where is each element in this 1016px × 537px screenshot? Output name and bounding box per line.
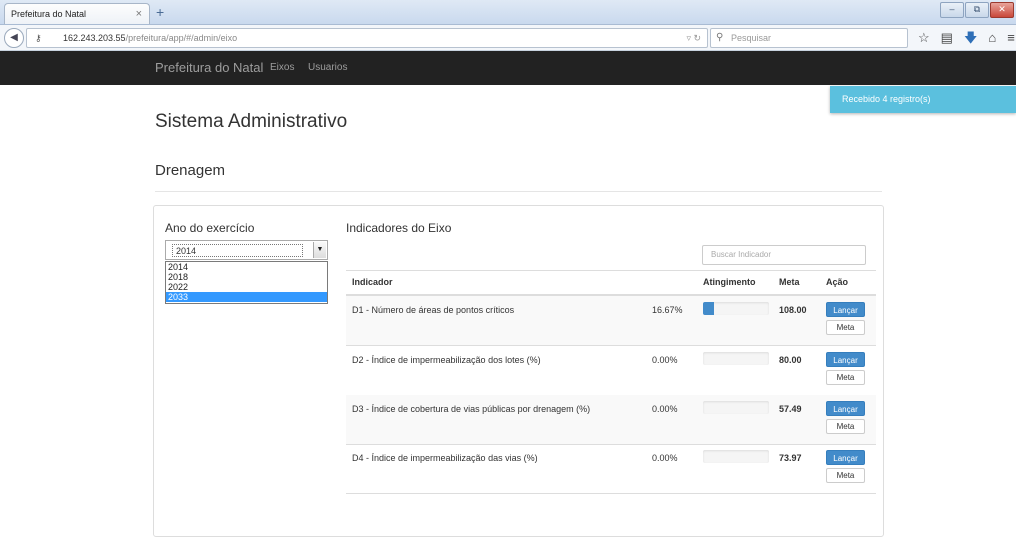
year-option-highlighted[interactable]: 2033 — [166, 292, 327, 302]
meta-button[interactable]: Meta — [826, 468, 865, 483]
tab-title: Prefeitura do Natal — [11, 9, 87, 19]
table-row: D4 - Índice de impermeabilização das via… — [346, 444, 876, 494]
lancar-button[interactable]: Lançar — [826, 352, 865, 367]
indicator-meta: 80.00 — [779, 355, 802, 365]
progress-bar — [703, 401, 769, 414]
browser-search-placeholder: Pesquisar — [731, 33, 772, 43]
indicator-percent: 16.67% — [652, 305, 683, 315]
key-icon: ⚷ — [35, 33, 42, 43]
meta-button[interactable]: Meta — [826, 320, 865, 335]
indicator-meta: 73.97 — [779, 453, 802, 463]
home-icon[interactable]: ⌂ — [988, 30, 996, 45]
app-navbar: Prefeitura do Natal Eixos Usuarios — [0, 51, 1016, 85]
progress-bar — [703, 302, 769, 315]
lancar-button[interactable]: Lançar — [826, 401, 865, 416]
nav-link-usuarios[interactable]: Usuarios — [308, 51, 347, 85]
toast-notification[interactable]: Recebido 4 registro(s) — [830, 86, 1016, 113]
year-option[interactable]: 2022 — [166, 282, 327, 292]
table-row: D2 - Índice de impermeabilização dos lot… — [346, 346, 876, 396]
bookmark-star-icon[interactable]: ☆ — [918, 30, 930, 45]
bookmarks-list-icon[interactable]: ▤ — [941, 30, 953, 45]
table-row: D1 - Número de áreas de pontos críticos … — [346, 296, 876, 346]
back-arrow-icon[interactable]: ◀ — [4, 28, 24, 48]
download-icon[interactable]: 🡇 — [964, 30, 977, 45]
nav-link-eixos[interactable]: Eixos — [270, 51, 294, 85]
browser-toolbar: ◀ ⚷ 162.243.203.55/prefeitura/app/#/admi… — [0, 25, 1016, 51]
header-acao: Ação — [826, 277, 849, 287]
divider — [155, 191, 882, 192]
url-text: 162.243.203.55/prefeitura/app/#/admin/ei… — [63, 33, 238, 43]
section-title: Drenagem — [155, 162, 226, 179]
year-dropdown-list: 2014 2018 2022 2033 — [165, 261, 328, 304]
indicator-name: D1 - Número de áreas de pontos críticos — [352, 305, 515, 315]
reload-icon[interactable]: ▿ ↻ — [686, 29, 701, 47]
tab-close-icon[interactable]: × — [136, 4, 142, 24]
year-select[interactable]: 2014 ▼ — [165, 240, 328, 260]
meta-button[interactable]: Meta — [826, 419, 865, 434]
indicator-name: D3 - Índice de cobertura de vias pública… — [352, 404, 591, 414]
year-option[interactable]: 2014 — [166, 262, 327, 272]
browser-toolbar-icons: ☆ ▤ 🡇 ⌂ ≡ — [918, 30, 1015, 45]
year-label: Ano do exercício — [165, 221, 255, 235]
url-bar[interactable]: ⚷ 162.243.203.55/prefeitura/app/#/admin/… — [26, 28, 708, 48]
lancar-button[interactable]: Lançar — [826, 450, 865, 465]
indicator-meta: 57.49 — [779, 404, 802, 414]
indicator-name: D2 - Índice de impermeabilização dos lot… — [352, 355, 541, 365]
indicator-percent: 0.00% — [652, 404, 678, 414]
progress-bar — [703, 450, 769, 463]
year-option[interactable]: 2018 — [166, 272, 327, 282]
table-row: D3 - Índice de cobertura de vias pública… — [346, 395, 876, 445]
indicator-meta: 108.00 — [779, 305, 807, 315]
header-meta: Meta — [779, 277, 800, 287]
header-atingimento: Atingimento — [703, 277, 756, 287]
progress-fill — [703, 302, 714, 315]
new-tab-button[interactable]: + — [156, 4, 164, 20]
header-indicador: Indicador — [352, 277, 393, 287]
meta-button[interactable]: Meta — [826, 370, 865, 385]
restore-icon[interactable]: ⧉ — [965, 2, 989, 18]
indicator-name: D4 - Índice de impermeabilização das via… — [352, 453, 538, 463]
chevron-down-icon[interactable]: ▼ — [313, 242, 326, 258]
year-select-value: 2014 — [172, 244, 303, 257]
indicator-search-input[interactable]: Buscar Indicador — [702, 245, 866, 265]
window-controls: – ⧉ ✕ — [940, 2, 1014, 18]
browser-tab[interactable]: Prefeitura do Natal × — [4, 3, 150, 24]
browser-search-input[interactable]: ⚲ Pesquisar — [710, 28, 908, 48]
progress-bar — [703, 352, 769, 365]
table-top-border — [346, 270, 876, 271]
close-window-icon[interactable]: ✕ — [990, 2, 1014, 18]
indicator-percent: 0.00% — [652, 453, 678, 463]
indicator-percent: 0.00% — [652, 355, 678, 365]
menu-icon[interactable]: ≡ — [1007, 30, 1015, 45]
brand-link[interactable]: Prefeitura do Natal — [155, 51, 263, 85]
browser-titlebar: Prefeitura do Natal × + – ⧉ ✕ — [0, 0, 1016, 25]
page-title: Sistema Administrativo — [155, 111, 348, 132]
minimize-icon[interactable]: – — [940, 2, 964, 18]
lancar-button[interactable]: Lançar — [826, 302, 865, 317]
search-icon: ⚲ — [716, 32, 724, 43]
indicators-title: Indicadores do Eixo — [346, 221, 452, 235]
